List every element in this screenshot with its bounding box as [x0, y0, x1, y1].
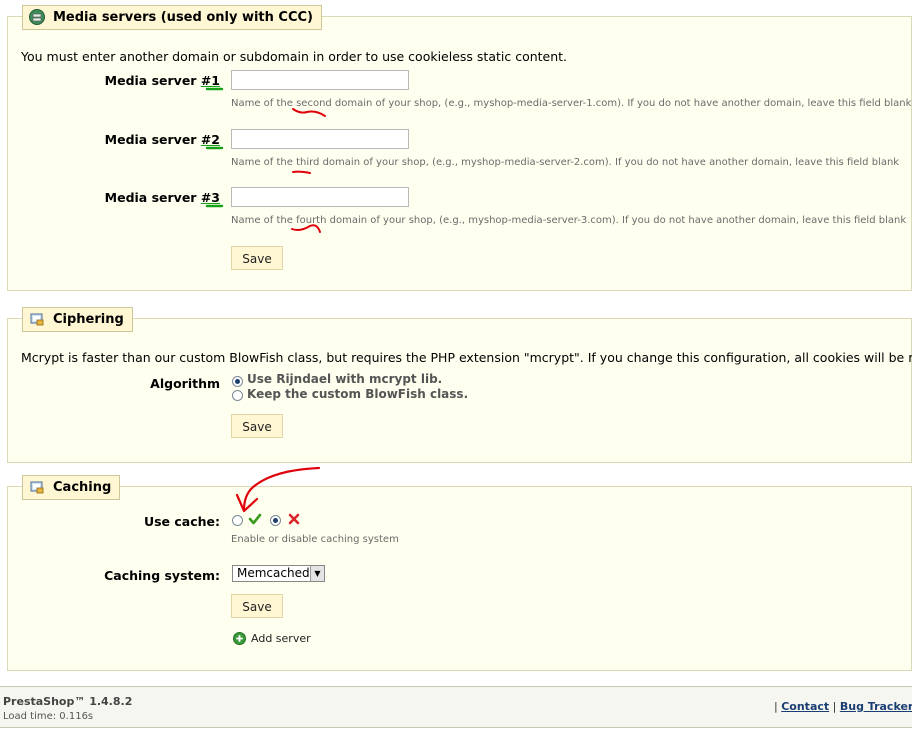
media-server-1-input[interactable]	[231, 70, 409, 90]
footer-load-time: Load time: 0.116s	[3, 711, 94, 722]
add-server-link[interactable]: Add server	[251, 632, 311, 645]
footer: PrestaShop™ 1.4.8.2 Load time: 0.116s | …	[0, 686, 912, 728]
media-servers-legend: Media servers (used only with CCC)	[22, 5, 322, 30]
media-servers-panel: Media servers (used only with CCC) You m…	[7, 5, 912, 291]
footer-title: PrestaShop™ 1.4.8.2	[3, 695, 133, 708]
media-server-2-label: Media server #2	[104, 132, 220, 147]
media-server-1-hint: Name of the second domain of your shop, …	[231, 98, 912, 109]
media-server-2-hint: Name of the third domain of your shop, (…	[231, 157, 900, 168]
media-save-button[interactable]: Save	[231, 246, 283, 270]
use-cache-no-radio[interactable]	[270, 515, 281, 526]
ciphering-save-button[interactable]: Save	[231, 414, 283, 438]
use-cache-hint: Enable or disable caching system	[231, 534, 399, 545]
media-server-3-input[interactable]	[231, 187, 409, 207]
use-cache-label: Use cache:	[143, 514, 220, 529]
media-intro: You must enter another domain or subdoma…	[21, 49, 568, 64]
add-server-icon[interactable]	[233, 632, 246, 645]
algorithm-rijndael-label[interactable]: Use Rijndael with mcrypt lib.	[247, 372, 442, 386]
caching-system-label: Caching system:	[104, 568, 220, 583]
caching-icon	[30, 481, 44, 494]
caching-system-select[interactable]: Memcached ▼	[232, 565, 325, 582]
algorithm-blowfish-label[interactable]: Keep the custom BlowFish class.	[247, 387, 468, 401]
algorithm-rijndael-radio[interactable]	[232, 376, 243, 387]
media-server-1-label: Media server #1	[104, 73, 220, 88]
chevron-down-icon[interactable]: ▼	[310, 566, 324, 581]
footer-link-bug-tracker[interactable]: Bug Tracker	[840, 700, 912, 713]
ciphering-intro: Mcrypt is faster than our custom BlowFis…	[21, 350, 912, 365]
media-server-2-input[interactable]	[231, 129, 409, 149]
footer-link-contact[interactable]: Contact	[781, 700, 829, 713]
media-server-3-hint: Name of the fourth domain of your shop, …	[231, 215, 907, 226]
media-server-icon	[29, 9, 45, 25]
caching-panel: Caching Use cache: Enable or disable cac…	[7, 475, 912, 671]
ciphering-panel: Ciphering Mcrypt is faster than our cust…	[7, 307, 912, 463]
algorithm-blowfish-radio[interactable]	[232, 390, 243, 401]
caching-legend: Caching	[22, 475, 121, 500]
footer-links: | Contact | Bug Tracker | Fo	[774, 700, 912, 713]
caching-save-button[interactable]: Save	[231, 594, 283, 618]
cross-icon	[288, 513, 300, 525]
media-server-3-label: Media server #3	[104, 190, 220, 205]
use-cache-yes-radio[interactable]	[232, 515, 243, 526]
ciphering-legend: Ciphering	[22, 307, 133, 332]
algorithm-label: Algorithm	[150, 376, 220, 391]
check-icon	[248, 513, 262, 525]
ciphering-icon	[30, 313, 44, 326]
